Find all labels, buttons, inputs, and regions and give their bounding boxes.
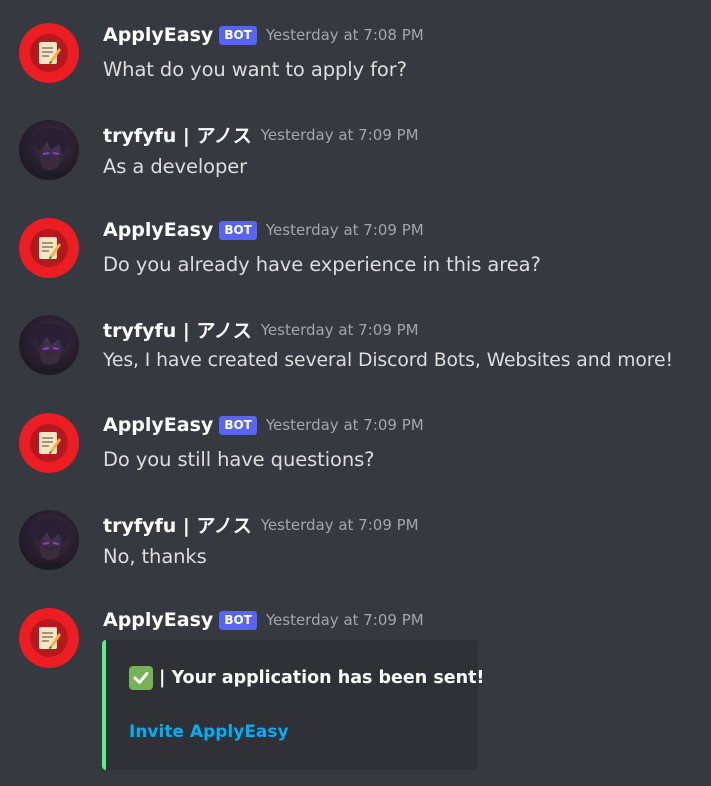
memo-icon	[39, 237, 61, 259]
bot-badge: BOT	[219, 610, 257, 630]
bot-badge: BOT	[219, 25, 257, 45]
message-header: ApplyEasy BOT Yesterday at 7:08 PM	[103, 24, 424, 50]
message-text: What do you want to apply for?	[103, 58, 407, 81]
embed-title: | Your application has been sent!	[129, 666, 484, 690]
message: ApplyEasy BOT Yesterday at 7:08 PM What do…	[0, 23, 711, 83]
author-name[interactable]: ApplyEasy	[103, 414, 213, 436]
user-avatar[interactable]	[19, 315, 79, 375]
author-name[interactable]: ApplyEasy	[103, 609, 213, 631]
timestamp: Yesterday at 7:09 PM	[265, 221, 424, 239]
message-header: ApplyEasy BOT Yesterday at 7:09 PM	[103, 219, 424, 245]
author-name[interactable]: ApplyEasy	[103, 24, 213, 46]
timestamp: Yesterday at 7:09 PM	[260, 515, 419, 534]
user-avatar[interactable]	[19, 120, 79, 180]
memo-icon	[39, 42, 61, 64]
message-text: Do you still have questions?	[103, 448, 375, 471]
memo-icon	[39, 432, 61, 454]
application-embed: | Your application has been sent! Invite…	[102, 640, 484, 770]
embed-title-text: | Your application has been sent!	[159, 668, 485, 688]
timestamp: Yesterday at 7:09 PM	[265, 611, 424, 629]
message: tryfyfu | アノス Yesterday at 7:09 PM No, th…	[0, 510, 711, 570]
bot-avatar[interactable]	[19, 413, 79, 473]
bot-avatar[interactable]	[19, 23, 79, 83]
timestamp: Yesterday at 7:08 PM	[265, 26, 424, 44]
message: tryfyfu | アノス Yesterday at 7:09 PM As a d…	[0, 120, 711, 180]
anime-character-icon	[25, 322, 75, 375]
bot-badge: BOT	[219, 415, 257, 435]
bot-badge: BOT	[219, 220, 257, 240]
message: ApplyEasy BOT Yesterday at 7:09 PM Do you …	[0, 218, 711, 278]
message-text: Do you already have experience in this a…	[103, 253, 541, 276]
message-text: Yes, I have created several Discord Bots…	[103, 350, 673, 371]
author-name[interactable]: tryfyfu | アノス	[103, 320, 252, 342]
message-text: No, thanks	[103, 545, 207, 568]
message: ApplyEasy BOT Yesterday at 7:09 PM Do you …	[0, 413, 711, 473]
message-header: ApplyEasy BOT Yesterday at 7:09 PM	[103, 609, 424, 635]
author-name[interactable]: ApplyEasy	[103, 219, 213, 241]
message-header: tryfyfu | アノス Yesterday at 7:09 PM	[103, 121, 419, 147]
anime-character-icon	[25, 127, 75, 180]
message: tryfyfu | アノス Yesterday at 7:09 PM Yes, I…	[0, 315, 711, 375]
bot-avatar[interactable]	[19, 218, 79, 278]
author-name[interactable]: tryfyfu | アノス	[103, 125, 252, 147]
invite-link[interactable]: Invite ApplyEasy	[129, 722, 289, 742]
user-avatar[interactable]	[19, 510, 79, 570]
author-name[interactable]: tryfyfu | アノス	[103, 515, 252, 537]
check-mark-button-icon	[129, 666, 153, 690]
message-header: ApplyEasy BOT Yesterday at 7:09 PM	[103, 414, 424, 440]
timestamp: Yesterday at 7:09 PM	[260, 320, 419, 339]
memo-icon	[39, 627, 61, 649]
message-text: As a developer	[103, 155, 248, 178]
timestamp: Yesterday at 7:09 PM	[265, 416, 424, 434]
anime-character-icon	[25, 517, 75, 570]
message-header: tryfyfu | アノス Yesterday at 7:09 PM	[103, 316, 419, 342]
timestamp: Yesterday at 7:09 PM	[260, 125, 419, 144]
message-header: tryfyfu | アノス Yesterday at 7:09 PM	[103, 511, 419, 537]
bot-avatar[interactable]	[19, 608, 79, 668]
